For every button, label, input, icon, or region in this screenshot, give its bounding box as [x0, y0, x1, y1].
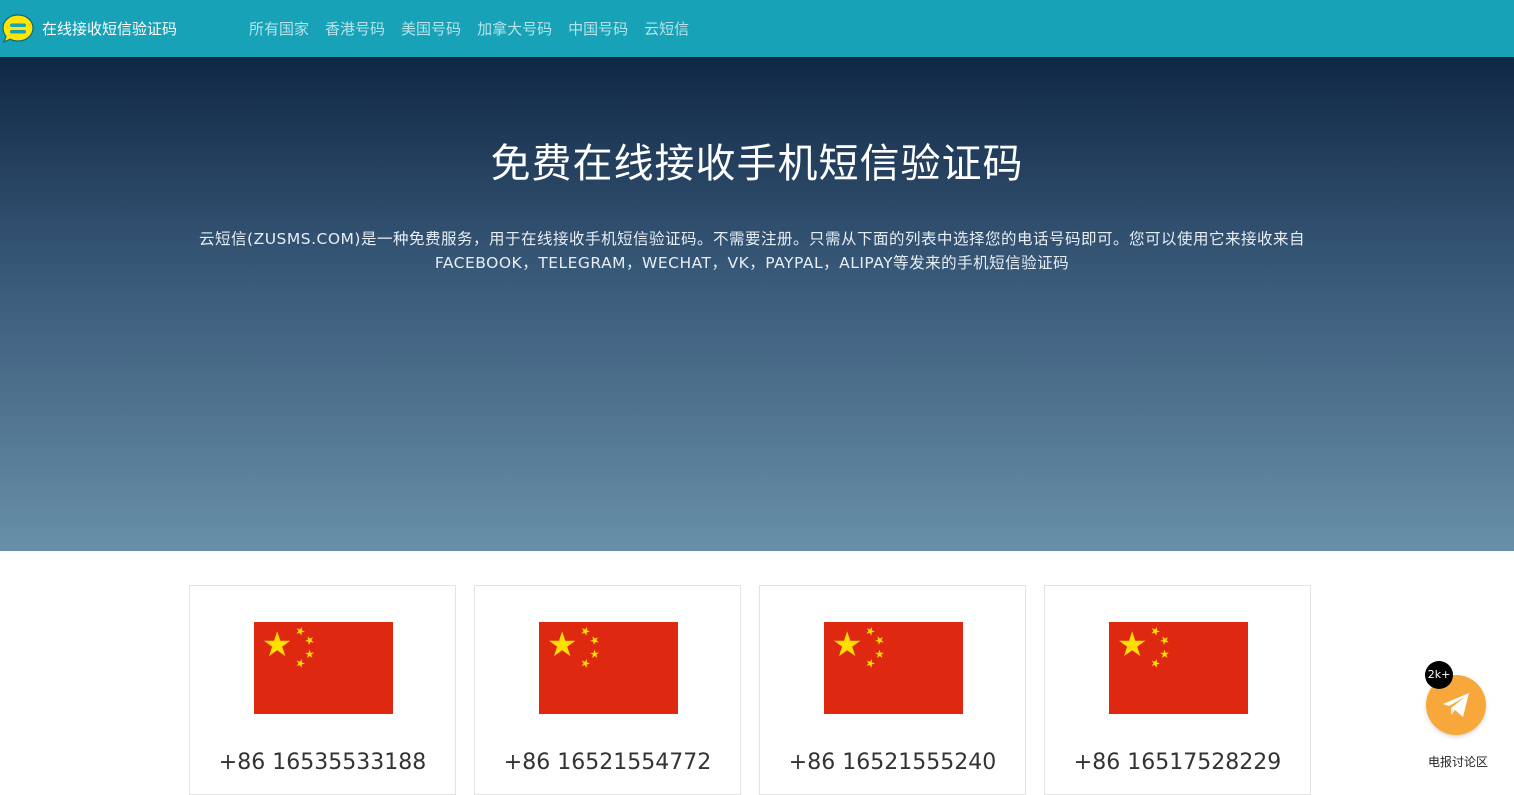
phone-number[interactable]: +86 16521555240	[760, 750, 1025, 775]
telegram-discussion-label[interactable]: 电报讨论区	[1418, 753, 1498, 770]
number-card[interactable]: +86 16521554772	[474, 585, 741, 795]
phone-number[interactable]: +86 16521554772	[475, 750, 740, 775]
number-card[interactable]: +86 16535533188	[189, 585, 456, 795]
hero-section: 免费在线接收手机短信验证码 云短信(ZUSMS.COM)是一种免费服务，用于在线…	[0, 57, 1514, 551]
number-card[interactable]: +86 16517528229	[1044, 585, 1311, 795]
china-flag-icon	[254, 622, 393, 714]
china-flag-icon	[824, 622, 963, 714]
nav-item-china[interactable]: 中国号码	[568, 18, 628, 39]
phone-number[interactable]: +86 16535533188	[190, 750, 455, 775]
phone-number[interactable]: +86 16517528229	[1045, 750, 1310, 775]
number-card[interactable]: +86 16521555240	[759, 585, 1026, 795]
hero-title: 免费在线接收手机短信验证码	[490, 141, 1024, 187]
nav-item-usa[interactable]: 美国号码	[401, 18, 461, 39]
nav-item-cloud-sms[interactable]: 云短信	[644, 18, 689, 39]
chat-bubble-icon	[2, 13, 34, 43]
hero-description: 云短信(ZUSMS.COM)是一种免费服务，用于在线接收手机短信验证码。不需要注…	[199, 230, 1305, 272]
china-flag-icon	[539, 622, 678, 714]
nav-item-canada[interactable]: 加拿大号码	[477, 18, 552, 39]
main-nav: 所有国家 香港号码 美国号码 加拿大号码 中国号码 云短信	[249, 18, 705, 39]
telegram-plane-icon	[1443, 693, 1469, 717]
brand-link[interactable]: 在线接收短信验证码	[0, 11, 177, 47]
top-navbar: 在线接收短信验证码 所有国家 香港号码 美国号码 加拿大号码 中国号码 云短信	[0, 0, 1514, 57]
china-flag-icon	[1109, 622, 1248, 714]
nav-item-all-countries[interactable]: 所有国家	[249, 18, 309, 39]
nav-item-hong-kong[interactable]: 香港号码	[325, 18, 385, 39]
count-badge: 2k+	[1425, 661, 1453, 689]
brand-title: 在线接收短信验证码	[42, 20, 178, 38]
